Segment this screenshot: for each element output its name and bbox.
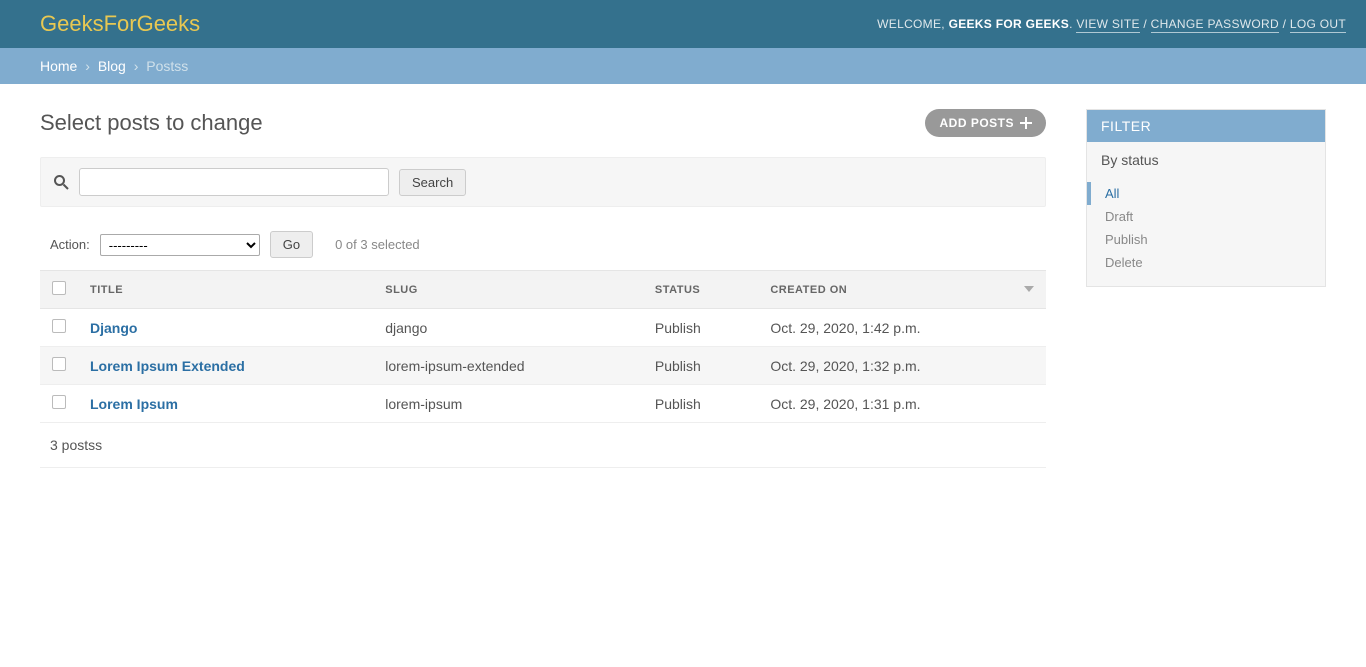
filter-section-label: By status: [1087, 142, 1325, 178]
row-checkbox[interactable]: [52, 357, 66, 371]
results-table: TITLE SLUG STATUS CREATED ON Django djang…: [40, 270, 1046, 423]
row-created: Oct. 29, 2020, 1:31 p.m.: [758, 385, 1046, 423]
row-checkbox[interactable]: [52, 395, 66, 409]
column-status[interactable]: STATUS: [643, 271, 758, 309]
row-slug: django: [373, 309, 643, 347]
separator: /: [1283, 17, 1290, 31]
filter-option[interactable]: Delete: [1087, 251, 1325, 274]
search-input[interactable]: [79, 168, 389, 196]
table-row: Lorem Ipsum Extended lorem-ipsum-extended…: [40, 347, 1046, 385]
go-button[interactable]: Go: [270, 231, 313, 258]
row-title-link[interactable]: Lorem Ipsum Extended: [90, 358, 245, 374]
logout-link[interactable]: LOG OUT: [1290, 17, 1346, 33]
page-title: Select posts to change: [40, 110, 263, 136]
action-select[interactable]: ---------: [100, 234, 260, 256]
row-status: Publish: [643, 385, 758, 423]
search-icon: [53, 174, 69, 190]
filter-header: FILTER: [1087, 110, 1325, 142]
table-row: Django djangoPublishOct. 29, 2020, 1:42 p…: [40, 309, 1046, 347]
filter-option[interactable]: Publish: [1087, 228, 1325, 251]
user-tools: WELCOME, GEEKS FOR GEEKS. VIEW SITE / CH…: [877, 17, 1346, 31]
sort-desc-icon: [1024, 284, 1034, 294]
breadcrumb-separator: ›: [85, 58, 90, 74]
search-button[interactable]: Search: [399, 169, 466, 196]
row-title-link[interactable]: Lorem Ipsum: [90, 396, 178, 412]
header-checkbox-col: [40, 271, 78, 309]
add-posts-label: ADD POSTS: [939, 116, 1014, 130]
row-slug: lorem-ipsum: [373, 385, 643, 423]
row-status: Publish: [643, 347, 758, 385]
paginator: 3 postss: [40, 423, 1046, 468]
row-slug: lorem-ipsum-extended: [373, 347, 643, 385]
add-posts-button[interactable]: ADD POSTS: [925, 109, 1046, 137]
row-title-link[interactable]: Django: [90, 320, 137, 336]
plus-icon: [1020, 117, 1032, 129]
row-created: Oct. 29, 2020, 1:32 p.m.: [758, 347, 1046, 385]
brand-title: GeeksForGeeks: [40, 11, 200, 37]
separator: /: [1143, 17, 1150, 31]
view-site-link[interactable]: VIEW SITE: [1076, 17, 1139, 33]
top-header: GeeksForGeeks WELCOME, GEEKS FOR GEEKS. …: [0, 0, 1366, 48]
breadcrumb-app[interactable]: Blog: [98, 58, 126, 74]
column-title[interactable]: TITLE: [78, 271, 373, 309]
select-all-checkbox[interactable]: [52, 281, 66, 295]
table-row: Lorem Ipsum lorem-ipsumPublishOct. 29, 20…: [40, 385, 1046, 423]
selection-count: 0 of 3 selected: [335, 237, 420, 252]
filter-option[interactable]: All: [1087, 182, 1325, 205]
action-label: Action:: [50, 237, 90, 252]
actions-bar: Action: --------- Go 0 of 3 selected: [40, 227, 1046, 270]
row-status: Publish: [643, 309, 758, 347]
row-created: Oct. 29, 2020, 1:42 p.m.: [758, 309, 1046, 347]
filter-box: FILTER By status AllDraftPublishDelete: [1086, 109, 1326, 287]
breadcrumb: Home › Blog › Postss: [0, 48, 1366, 84]
filter-option[interactable]: Draft: [1087, 205, 1325, 228]
change-password-link[interactable]: CHANGE PASSWORD: [1151, 17, 1279, 33]
breadcrumb-separator: ›: [134, 58, 139, 74]
row-checkbox[interactable]: [52, 319, 66, 333]
username-label: GEEKS FOR GEEKS: [949, 17, 1070, 31]
column-created[interactable]: CREATED ON: [758, 271, 1046, 309]
column-created-label: CREATED ON: [770, 284, 847, 296]
filter-list: AllDraftPublishDelete: [1087, 178, 1325, 286]
breadcrumb-home[interactable]: Home: [40, 58, 77, 74]
welcome-label: WELCOME,: [877, 17, 945, 31]
search-toolbar: Search: [40, 157, 1046, 207]
breadcrumb-current: Postss: [146, 58, 188, 74]
column-slug[interactable]: SLUG: [373, 271, 643, 309]
